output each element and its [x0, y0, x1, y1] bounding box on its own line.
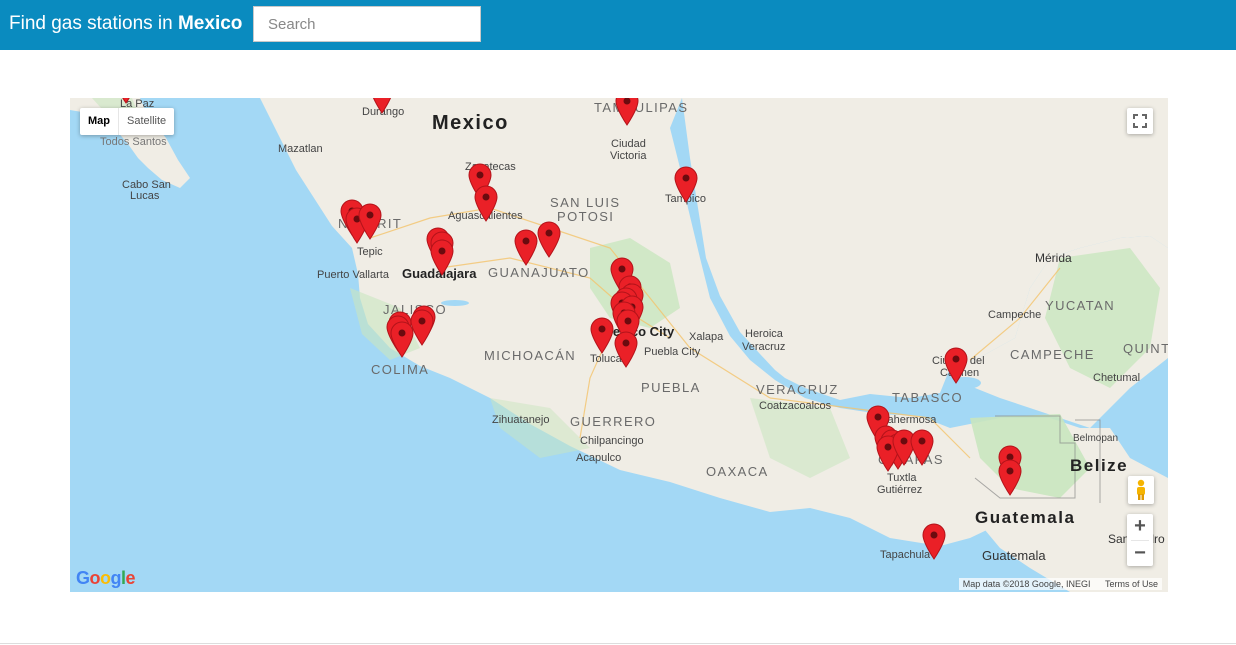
label-veracruz: Veracruz: [742, 341, 786, 353]
map-type-map-button[interactable]: Map: [80, 108, 119, 135]
label-tamaulipas: TAMAULIPAS: [594, 100, 689, 115]
map-marker-icon[interactable]: [390, 321, 414, 358]
label-merida: Mérida: [1035, 251, 1072, 265]
label-mazatlan: Mazatlan: [278, 143, 323, 155]
page-title-prefix: Find gas stations in: [9, 13, 173, 34]
map-attribution: Map data ©2018 Google, INEGI Terms of Us…: [958, 578, 1162, 590]
map-marker-icon[interactable]: [944, 347, 968, 384]
label-tepic: Tepic: [357, 246, 383, 258]
label-campeche-city: Campeche: [988, 309, 1042, 321]
terms-of-use-link[interactable]: Terms of Use: [1105, 579, 1158, 589]
label-coatzacoalcos: Coatzacoalcos: [759, 400, 832, 412]
fullscreen-icon: [1133, 114, 1147, 128]
map-marker-icon[interactable]: [998, 459, 1022, 496]
label-quintana-roo: QUINT: [1123, 341, 1168, 356]
label-puebla-city: Puebla City: [644, 346, 701, 358]
label-guerrero: GUERRERO: [570, 414, 657, 429]
map-marker-icon[interactable]: [114, 98, 138, 104]
label-guatemala-country: Guatemala: [975, 508, 1076, 527]
map-marker-icon[interactable]: [615, 98, 639, 126]
label-puerto-vallarta: Puerto Vallarta: [317, 269, 389, 281]
map-marker-icon[interactable]: [514, 229, 538, 266]
label-tabasco: TABASCO: [892, 390, 963, 405]
label-gutierrez: Gutiérrez: [877, 484, 923, 496]
map-marker-icon[interactable]: [910, 429, 934, 466]
map-marker-icon[interactable]: [370, 98, 394, 114]
label-mexico: Mexico: [432, 112, 509, 134]
label-puebla: PUEBLA: [641, 380, 701, 395]
map-type-control: Map Satellite: [80, 108, 175, 135]
map-marker-icon[interactable]: [358, 203, 382, 240]
label-xalapa: Xalapa: [689, 331, 724, 343]
label-colima: COLIMA: [371, 362, 430, 377]
map-marker-icon[interactable]: [614, 331, 638, 368]
pegman-icon: [1137, 479, 1145, 500]
map-marker-icon[interactable]: [430, 239, 454, 276]
map-marker-icon[interactable]: [474, 185, 498, 222]
label-belmopan: Belmopan: [1073, 433, 1119, 444]
label-guatemala-city: Guatemala: [982, 548, 1046, 563]
label-oaxaca: OAXACA: [706, 464, 769, 479]
label-todos-santos: Todos Santos: [100, 136, 167, 148]
map-data-text: Map data ©2018 Google, INEGI: [962, 579, 1091, 589]
label-tuxtla: Tuxtla: [887, 472, 917, 484]
label-chetumal: Chetumal: [1093, 372, 1141, 384]
label-campeche-state: CAMPECHE: [1010, 347, 1095, 362]
fullscreen-button[interactable]: [1127, 108, 1153, 134]
label-acapulco: Acapulco: [576, 452, 622, 464]
label-lucas: Lucas: [130, 190, 160, 202]
zoom-in-button[interactable]: +: [1127, 514, 1153, 540]
street-view-button[interactable]: [1128, 476, 1154, 504]
label-yucatan: YUCATAN: [1045, 298, 1115, 313]
map-marker-icon[interactable]: [590, 317, 614, 354]
label-potosi: POTOSI: [557, 209, 615, 224]
search-input[interactable]: [253, 6, 481, 42]
page-title: Find gas stations in Mexico: [9, 12, 242, 36]
label-veracruz-state: VERACRUZ: [756, 382, 839, 397]
google-logo[interactable]: Google: [76, 568, 136, 589]
label-victoria: Victoria: [610, 150, 647, 162]
map-type-satellite-button[interactable]: Satellite: [119, 108, 174, 135]
label-guanajuato: GUANAJUATO: [488, 265, 590, 280]
map-marker-icon[interactable]: [674, 166, 698, 203]
top-bar: Find gas stations in Mexico: [0, 0, 1236, 50]
map-marker-icon[interactable]: [922, 523, 946, 560]
zoom-out-button[interactable]: −: [1127, 541, 1153, 567]
footer-divider: [0, 643, 1236, 644]
label-ciudad: Ciudad: [611, 138, 646, 150]
map-marker-icon[interactable]: [537, 221, 561, 258]
label-zihuatanejo: Zihuatanejo: [492, 414, 550, 426]
label-san-luis: SAN LUIS: [550, 195, 621, 210]
label-belize: Belize: [1070, 456, 1129, 475]
label-heroica: Heroica: [745, 328, 783, 340]
zoom-control: + −: [1127, 514, 1153, 566]
label-chilpancingo: Chilpancingo: [580, 435, 644, 447]
page-title-country: Mexico: [177, 13, 243, 34]
label-michoacan: MICHOACÁN: [484, 348, 577, 363]
map[interactable]: La Paz Todos Santos Cabo San Lucas Duran…: [70, 98, 1168, 592]
